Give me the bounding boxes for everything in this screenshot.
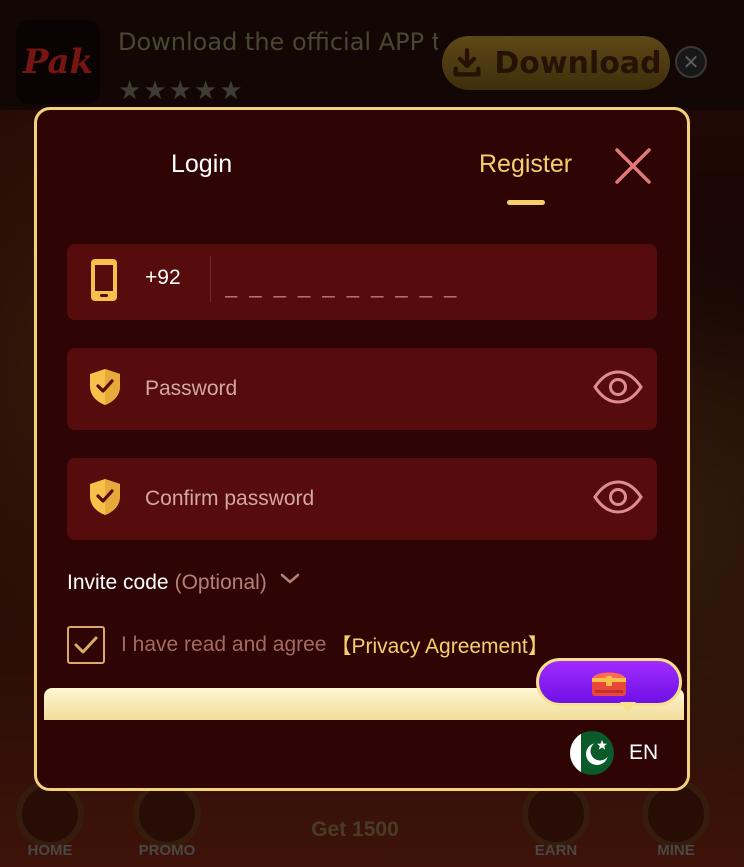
auth-tabs: Login Register xyxy=(37,110,687,220)
confirm-password-field xyxy=(67,458,657,540)
show-confirm-password-icon[interactable] xyxy=(593,480,643,518)
pakistan-flag-icon xyxy=(570,731,614,775)
password-input[interactable] xyxy=(145,372,565,406)
invite-code-label: Invite code xyxy=(67,571,169,594)
password-field xyxy=(67,348,657,430)
phone-icon xyxy=(89,257,119,307)
language-selector[interactable]: EN xyxy=(569,730,658,776)
privacy-agreement-link[interactable]: 【Privacy Agreement】 xyxy=(331,630,549,660)
close-icon xyxy=(615,148,651,184)
language-code: EN xyxy=(629,741,659,764)
confirm-password-input[interactable] xyxy=(145,482,565,516)
agree-checkbox[interactable] xyxy=(67,626,105,664)
treasure-chest-icon xyxy=(592,672,626,696)
modal-footer: EN xyxy=(37,720,687,788)
active-tab-indicator xyxy=(507,200,545,205)
invite-optional-label: (Optional) xyxy=(174,571,267,594)
phone-input[interactable] xyxy=(225,268,625,304)
register-form: +92 _ _ _ _ _ _ _ _ _ _ Invite code (Opt… xyxy=(67,244,659,694)
shield-check-icon xyxy=(89,478,121,520)
checkmark-icon xyxy=(74,636,98,654)
show-password-icon[interactable] xyxy=(593,370,643,408)
close-modal-button[interactable] xyxy=(613,146,653,186)
shield-check-icon xyxy=(89,368,121,410)
phone-field: +92 xyxy=(67,244,657,320)
tab-login[interactable]: Login xyxy=(171,150,232,179)
invite-code-toggle[interactable]: Invite code (Optional) xyxy=(67,571,301,595)
chevron-down-icon xyxy=(280,573,300,584)
agreement-text: I have read and agree xyxy=(121,633,327,656)
tab-register[interactable]: Register xyxy=(479,150,572,179)
field-divider xyxy=(210,256,211,302)
gift-bubble-button[interactable] xyxy=(536,658,682,706)
country-code[interactable]: +92 xyxy=(145,266,181,290)
agreement-row: I have read and agree 【Privacy Agreement… xyxy=(67,626,549,664)
gift-bubble-tail xyxy=(620,702,636,714)
